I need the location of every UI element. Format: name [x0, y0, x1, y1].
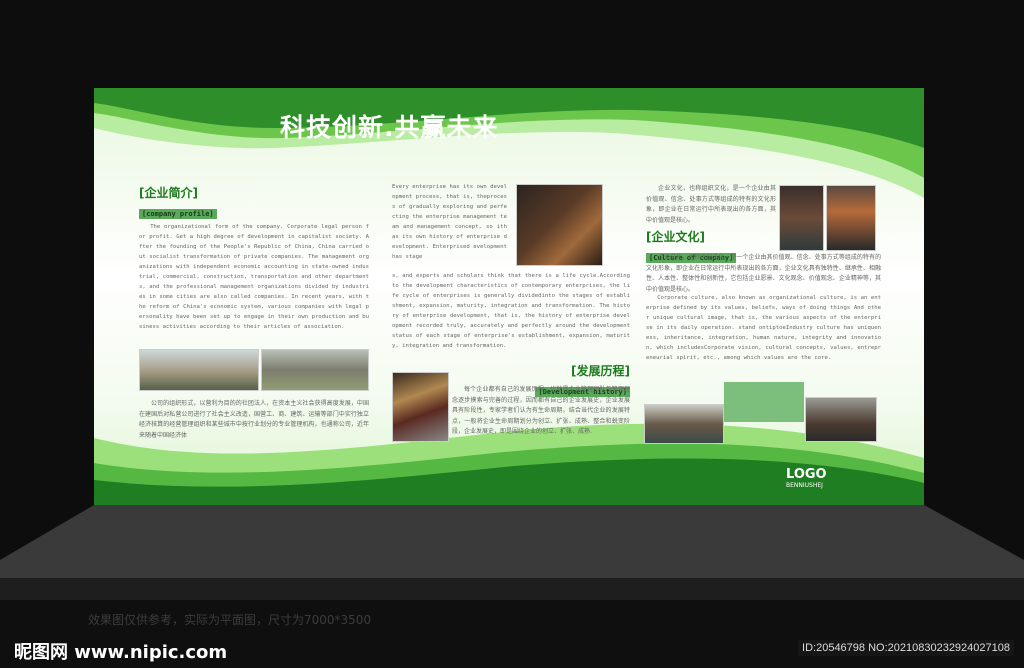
- watermark-id: ID:20546798 NO:20210830232924027108: [798, 640, 1014, 656]
- office-photo: [644, 404, 724, 444]
- logo: LOGO BENNIUSHEJ: [786, 467, 827, 489]
- meeting-room-photo: [805, 397, 877, 442]
- profile-heading-cn: [企业简介]: [139, 186, 198, 200]
- history-heading-cn: [发展历程]: [571, 364, 630, 378]
- culture-text-cn: 企业文化，也称组织文化，是一个企业由其价值观、信念、处事方式等组成的特有的文化形…: [646, 254, 881, 293]
- history-text-en-top: Every enterprise has its own development…: [392, 184, 507, 260]
- green-block: [724, 382, 804, 422]
- culture-text-cn-top: 企业文化，也称组织文化，是一个企业由其价值观、信念、处事方式等组成的特有的文化形…: [646, 185, 776, 224]
- section-company-profile: [企业简介] [company profile] The organizatio…: [139, 184, 369, 332]
- logo-subtext: BENNIUSHEJ: [786, 482, 823, 489]
- interior-photo-1: [779, 185, 824, 251]
- logo-text: LOGO: [786, 467, 827, 482]
- profile-text-cn: 公司的组织形式，以营利为目的的社团法人，在资本主义社会获得高度发展，中国在建国后…: [139, 400, 369, 439]
- watermark-site: 昵图网 www.nipic.com: [14, 642, 228, 663]
- board-title: 科技创新.共赢未来: [280, 113, 499, 142]
- courtyard-photo: [261, 349, 369, 391]
- history-text-en-bottom: s, and experts and scholars think that t…: [392, 273, 630, 349]
- building-photo: [139, 349, 259, 391]
- display-board: 科技创新.共赢未来 [企业简介] [company profile] The o…: [94, 88, 924, 505]
- culture-heading-cn: [企业文化]: [646, 230, 705, 244]
- history-text-cn: 每个企业都有自己的发展历程，也就是企业管理团队与管理理念逐步摸索与完善的过程，因…: [452, 386, 630, 435]
- interior-photo-2: [826, 185, 876, 251]
- lobby-photo: [392, 372, 449, 442]
- restaurant-photo: [516, 184, 603, 266]
- culture-text-en: Corporate culture, also known as organiz…: [646, 295, 881, 361]
- disclaimer-note: 效果图仅供参考，实际为平面图，尺寸为7000*3500: [88, 613, 372, 627]
- profile-text-en: The organizational form of the company. …: [139, 224, 369, 330]
- profile-heading-en: [company profile]: [139, 209, 217, 219]
